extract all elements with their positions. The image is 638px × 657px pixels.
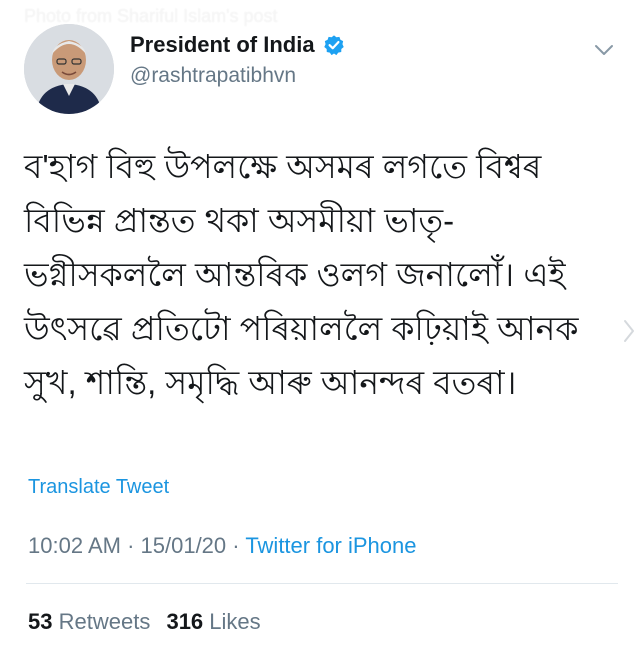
tweet-stats: 53 Retweets 316 Likes (28, 609, 271, 635)
likes-count: 316 (166, 609, 204, 634)
person-portrait-icon (24, 24, 114, 114)
chevron-right-icon (622, 318, 636, 344)
likes-stat[interactable]: 316 Likes (166, 609, 260, 634)
tweet-source-link[interactable]: Twitter for iPhone (245, 533, 416, 558)
retweets-label: Retweets (58, 609, 151, 634)
meta-separator: · (120, 533, 141, 558)
avatar[interactable] (24, 24, 114, 114)
chevron-down-icon[interactable] (592, 40, 616, 60)
retweets-count: 53 (28, 609, 53, 634)
meta-separator: · (226, 533, 246, 558)
divider (26, 583, 618, 584)
tweet-text: ব'হাগ বিহু উপলক্ষে অসমৰ লগতে বিশ্বৰ বিভি… (24, 148, 579, 401)
user-handle[interactable]: @rashtrapatibhvn (130, 64, 296, 88)
translate-tweet-link[interactable]: Translate Tweet (28, 476, 169, 499)
tweet-meta: 10:02 AM · 15/01/20 · Twitter for iPhone (28, 533, 417, 559)
name-row: President of India (130, 32, 345, 58)
retweets-stat[interactable]: 53 Retweets (28, 609, 156, 634)
tweet-time[interactable]: 10:02 AM (28, 533, 121, 558)
likes-label: Likes (209, 609, 261, 634)
verified-badge-icon (323, 34, 345, 56)
tweet-card: Photo from Shariful Islam's post Preside… (0, 0, 638, 657)
photo-caption-overlay: Photo from Shariful Islam's post (24, 6, 278, 26)
tweet-date[interactable]: 15/01/20 (141, 533, 227, 558)
display-name[interactable]: President of India (130, 32, 315, 58)
